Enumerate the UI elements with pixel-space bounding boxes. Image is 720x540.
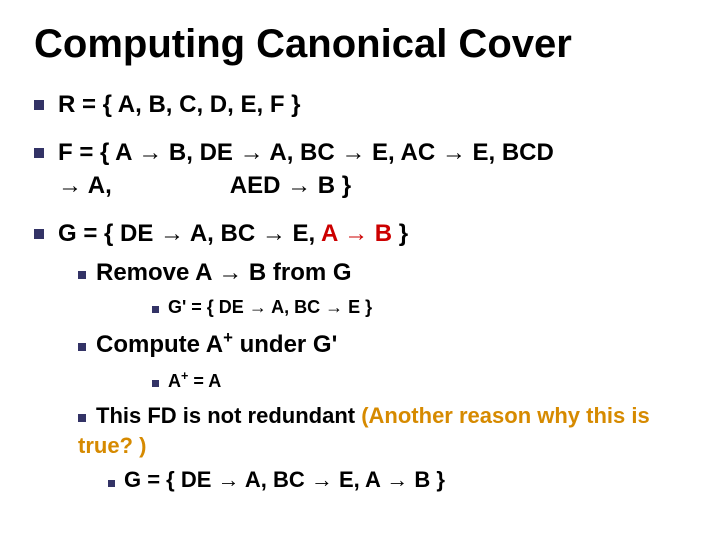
- slide-title: Computing Canonical Cover: [34, 22, 686, 67]
- remove-pre: Remove A: [96, 259, 218, 286]
- arrow-icon: →: [311, 467, 333, 492]
- gfinal-pre: G = { DE: [124, 467, 218, 492]
- bullet-gprime: G' = { DE → A, BC → E }: [152, 295, 686, 319]
- remove-post: B from G: [242, 259, 351, 286]
- compute-pre: Compute A: [96, 331, 223, 358]
- arrow-icon: →: [138, 139, 162, 166]
- square-bullet-icon: [78, 271, 86, 279]
- arrow-icon: →: [341, 139, 365, 166]
- f-part2: B, DE: [162, 139, 239, 166]
- arrow-icon: →: [386, 467, 408, 492]
- bullet-aplus: A+ = A: [152, 368, 686, 393]
- bullet-compute: Compute A+ under G': [78, 327, 686, 361]
- aplus-eq: = A: [188, 371, 221, 391]
- bullet-remove: Remove A → B from G: [78, 257, 686, 289]
- gprime-pre: G' = { DE: [168, 297, 249, 317]
- aplus-a: A: [168, 371, 181, 391]
- square-bullet-icon: [34, 148, 44, 158]
- bullet-gfinal: G = { DE → A, BC → E, A → B }: [108, 466, 686, 495]
- slide: Computing Canonical Cover R = { A, B, C,…: [0, 0, 720, 540]
- square-bullet-icon: [34, 100, 44, 110]
- g-red-b: B: [368, 220, 392, 247]
- square-bullet-icon: [152, 306, 159, 313]
- square-bullet-icon: [34, 229, 44, 239]
- arrow-icon: →: [262, 220, 286, 247]
- arrow-icon: →: [160, 220, 184, 247]
- arrow-icon: →: [58, 172, 82, 199]
- g-red-a: A: [321, 220, 344, 247]
- f-part4: E, AC: [365, 139, 441, 166]
- gprime-mid: A, BC: [267, 297, 325, 317]
- g-mid1: A, BC: [184, 220, 262, 247]
- square-bullet-icon: [152, 380, 159, 387]
- plus-superscript: +: [223, 328, 233, 347]
- square-bullet-icon: [108, 480, 115, 487]
- arrow-icon: →: [442, 139, 466, 166]
- f-part3: A, BC: [264, 139, 342, 166]
- gfinal-mid1: A, BC: [240, 467, 311, 492]
- g-mid2: E,: [286, 220, 321, 247]
- f-aed: AED: [230, 172, 287, 199]
- notredund-text: This FD is not redundant: [96, 403, 361, 428]
- bullet-f: F = { A → B, DE → A, BC → E, AC → E, BCD…: [34, 137, 686, 202]
- arrow-icon: →: [287, 172, 311, 199]
- arrow-icon: →: [325, 297, 343, 317]
- arrow-icon: →: [240, 139, 264, 166]
- gfinal-mid2: E, A: [333, 467, 386, 492]
- arrow-icon: →: [218, 467, 240, 492]
- f-end: B }: [311, 172, 351, 199]
- gprime-end: E }: [343, 297, 372, 317]
- f-part5: E, BCD: [466, 139, 554, 166]
- arrow-icon: →: [249, 297, 267, 317]
- square-bullet-icon: [78, 343, 86, 351]
- f-part6: A,: [82, 172, 112, 199]
- r-text: R = { A, B, C, D, E, F }: [58, 91, 300, 118]
- bullet-notredundant: This FD is not redundant (Another reason…: [78, 401, 686, 460]
- arrow-icon: →: [218, 259, 242, 286]
- g-pre: G = { DE: [58, 220, 160, 247]
- gfinal-end: B }: [408, 467, 445, 492]
- f-part1: F = { A: [58, 139, 138, 166]
- g-end: }: [392, 220, 408, 247]
- bullet-r: R = { A, B, C, D, E, F }: [34, 89, 686, 121]
- bullet-g: G = { DE → A, BC → E, A → B }: [34, 218, 686, 250]
- square-bullet-icon: [78, 414, 86, 422]
- arrow-icon: →: [344, 220, 368, 247]
- compute-post: under G': [233, 331, 337, 358]
